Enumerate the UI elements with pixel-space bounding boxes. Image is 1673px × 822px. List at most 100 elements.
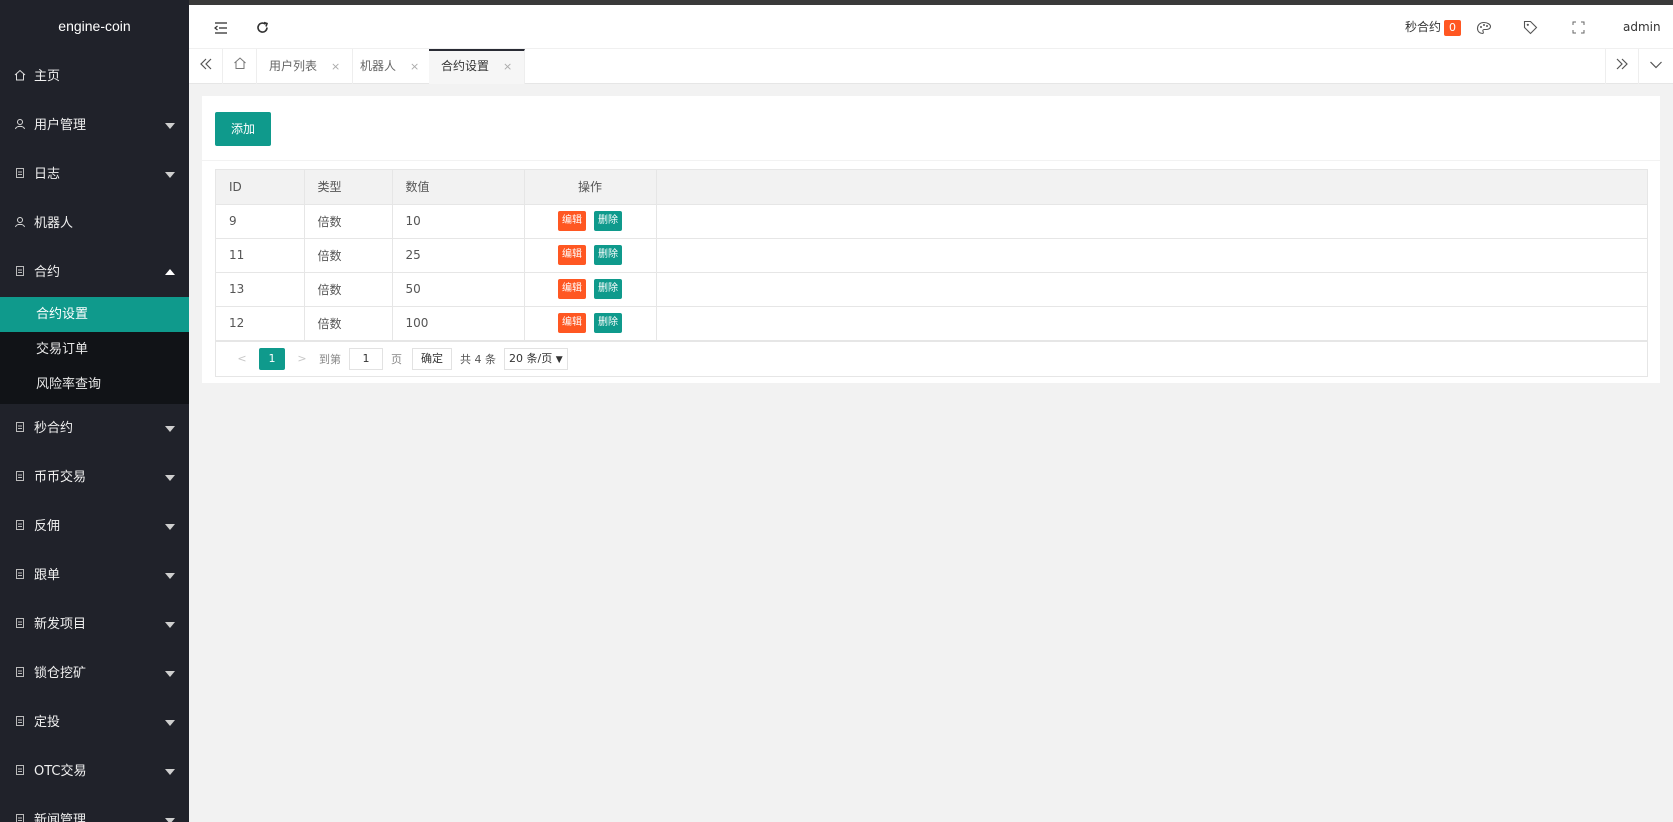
chevron-down-icon: [165, 524, 175, 530]
doc-icon: [14, 650, 26, 677]
theme-palette-icon[interactable]: [1476, 5, 1492, 49]
delete-button[interactable]: 删除: [594, 245, 622, 265]
doc-icon: [14, 503, 26, 530]
cell-actions: 编辑 删除: [524, 238, 657, 273]
cell-type: 倍数: [304, 306, 393, 341]
chevron-up-icon: [165, 269, 175, 275]
sidebar-item-news[interactable]: 新闻管理: [0, 796, 189, 822]
subnav-item-contract-settings[interactable]: 合约设置: [0, 297, 189, 332]
subnav-item-risk-query[interactable]: 风险率查询: [0, 367, 189, 402]
chevron-down-icon: [165, 769, 175, 775]
close-icon[interactable]: ×: [503, 60, 512, 73]
doc-icon: [14, 601, 26, 628]
sidebar-item-label: 新发项目: [34, 617, 87, 632]
chevron-down-icon: [165, 172, 175, 178]
sidebar-item-label: 机器人: [34, 216, 74, 231]
tag-icon[interactable]: [1523, 5, 1538, 49]
prev-page-icon[interactable]: <: [229, 348, 255, 370]
sidebar-item-label: 合约: [34, 265, 61, 280]
page-1[interactable]: 1: [259, 347, 285, 370]
edit-button[interactable]: 编辑: [558, 279, 586, 299]
next-page-icon[interactable]: >: [289, 348, 315, 370]
cell-value: 25: [392, 238, 525, 273]
user-icon: [14, 200, 26, 228]
page-tabs-bar: 用户列表 × 机器人 × 合约设置 ×: [189, 49, 1673, 84]
fullscreen-icon[interactable]: [1572, 5, 1585, 49]
chevron-down-icon: [165, 818, 175, 822]
cell-actions: 编辑 删除: [524, 204, 657, 239]
doc-icon: [14, 405, 26, 432]
tabs-scroll-left-icon[interactable]: [189, 49, 223, 84]
close-icon[interactable]: ×: [331, 60, 340, 73]
add-button[interactable]: 添加: [215, 112, 272, 146]
doc-icon: [14, 552, 26, 579]
data-table: ID 类型 数值 操作 9 倍数 10 编辑 删除 11 倍数 25 编辑 删除…: [216, 170, 1647, 341]
sidebar-item-otc[interactable]: OTC交易: [0, 747, 189, 796]
tabs-scroll-right-icon[interactable]: [1605, 49, 1639, 84]
close-icon[interactable]: ×: [410, 60, 419, 73]
sidebar-item-copy-trade[interactable]: 跟单: [0, 551, 189, 600]
sidebar-item-fixed-invest[interactable]: 定投: [0, 698, 189, 747]
cell-filler: [656, 238, 1647, 273]
tabs-menu-chevron-down-icon[interactable]: [1639, 49, 1673, 84]
delete-button[interactable]: 删除: [594, 211, 622, 231]
refresh-icon[interactable]: [255, 5, 270, 49]
delete-button[interactable]: 删除: [594, 279, 622, 299]
col-header-value[interactable]: 数值: [392, 170, 525, 205]
user-name: admin: [1623, 20, 1661, 34]
cell-type: 倍数: [304, 204, 393, 239]
sidebar-item-new-project[interactable]: 新发项目: [0, 600, 189, 649]
sec-contract-notice[interactable]: 秒合约 0: [1405, 5, 1462, 49]
edit-button[interactable]: 编辑: [558, 245, 586, 265]
chevron-down-icon: [165, 622, 175, 628]
sidebar-item-label: 反佣: [34, 519, 61, 534]
sidebar-item-lock-mining[interactable]: 锁仓挖矿: [0, 649, 189, 698]
home-icon: [14, 53, 26, 81]
main-content-card: 添加 ID 类型 数值 操作 9 倍数 10 编辑 删除 11 倍数 25 编辑…: [202, 96, 1660, 383]
cell-id: 11: [216, 238, 305, 273]
contract-submenu: 合约设置 交易订单 风险率查询: [0, 297, 189, 404]
table-header-row: ID 类型 数值 操作: [216, 170, 1647, 205]
col-header-filler: [656, 170, 1647, 205]
sidebar-item-label: 定投: [34, 715, 61, 730]
doc-icon: [14, 151, 26, 178]
doc-icon: [14, 797, 26, 822]
cell-value: 100: [392, 306, 525, 341]
edit-button[interactable]: 编辑: [558, 211, 586, 231]
tab-user-list[interactable]: 用户列表 ×: [257, 49, 354, 84]
goto-suffix: 页: [391, 352, 402, 366]
sidebar-item-second-contract[interactable]: 秒合约: [0, 404, 189, 453]
collapse-menu-icon[interactable]: [213, 5, 229, 49]
sidebar-item-logs[interactable]: 日志: [0, 150, 189, 199]
sidebar-item-coin-trade[interactable]: 币币交易: [0, 453, 189, 502]
tab-contract-settings[interactable]: 合约设置 ×: [429, 49, 526, 84]
sidebar-item-home[interactable]: 主页: [0, 52, 189, 101]
sidebar-item-robot[interactable]: 机器人: [0, 199, 189, 248]
sidebar-item-user-management[interactable]: 用户管理: [0, 101, 189, 150]
goto-page-input[interactable]: 1: [349, 347, 383, 370]
goto-confirm-button[interactable]: 确定: [412, 347, 452, 370]
table-row: 12 倍数 100 编辑 删除: [216, 306, 1647, 341]
sidebar-item-contract[interactable]: 合约: [0, 248, 189, 297]
tab-robot[interactable]: 机器人 ×: [348, 49, 433, 84]
chevron-down-icon: [165, 123, 175, 129]
tab-label: 机器人: [360, 59, 397, 73]
cell-type: 倍数: [304, 272, 393, 307]
table-row: 9 倍数 10 编辑 删除: [216, 204, 1647, 239]
contract-settings-table: ID 类型 数值 操作 9 倍数 10 编辑 删除 11 倍数 25 编辑 删除…: [215, 169, 1648, 377]
doc-icon: [14, 454, 26, 481]
sidebar-item-rebate[interactable]: 反佣: [0, 502, 189, 551]
tab-home-icon[interactable]: [223, 49, 257, 84]
table-row: 11 倍数 25 编辑 删除: [216, 238, 1647, 273]
chevron-down-icon: [165, 573, 175, 579]
user-menu[interactable]: admin: [1623, 5, 1673, 73]
goto-prefix: 到第: [319, 352, 341, 366]
edit-button[interactable]: 编辑: [558, 313, 586, 333]
col-header-actions: 操作: [524, 170, 657, 205]
delete-button[interactable]: 删除: [594, 313, 622, 333]
page-size-select[interactable]: 20 条/页 ▼: [504, 347, 568, 370]
subnav-item-trade-orders[interactable]: 交易订单: [0, 332, 189, 367]
col-header-type[interactable]: 类型: [304, 170, 393, 205]
col-header-id[interactable]: ID: [216, 170, 305, 205]
top-header: 秒合约 0 admin: [189, 5, 1673, 73]
